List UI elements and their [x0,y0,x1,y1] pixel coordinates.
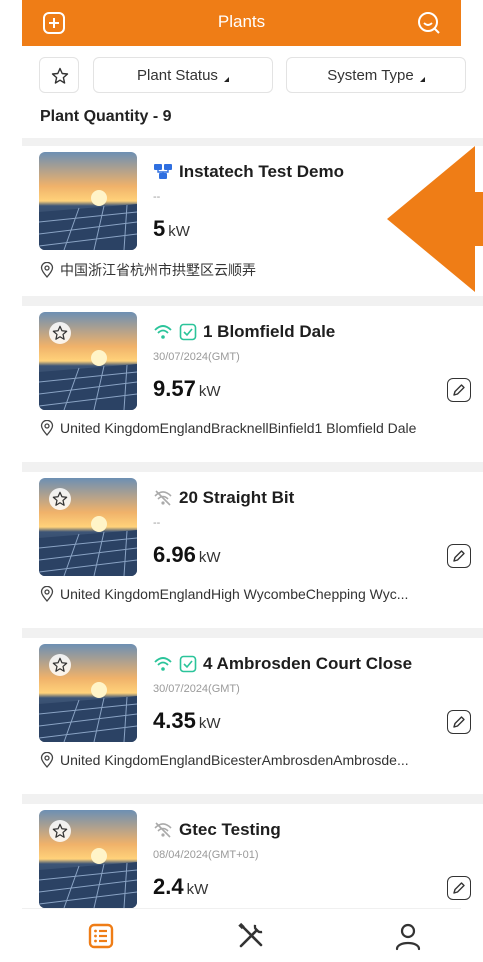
star-icon [51,67,69,84]
location-pin-icon [40,262,54,278]
plant-name: 1 Blomfield Dale [203,322,336,341]
list-icon [88,923,114,949]
power-value: 6.96 [153,542,196,567]
favorite-toggle[interactable] [49,322,71,344]
plant-status-label: Plant Status [137,67,218,84]
plant-title-row: 1 Blomfield Dale [153,320,335,344]
plant-address: United KingdomEnglandHigh WycombeCheppin… [40,586,476,602]
plant-date: -- [153,517,161,529]
plant-thumbnail [39,810,137,908]
plant-title-row: Instatech Test Demo [153,160,344,184]
star-icon [52,325,68,340]
address-text: 中国浙江省杭州市拱墅区云顺弄 [60,262,256,278]
top-bar: Plants [22,0,461,46]
tab-me[interactable] [391,919,425,953]
star-icon [52,657,68,672]
wifi-online-icon [154,325,172,339]
location-pin-icon [40,586,54,602]
plant-thumbnail [39,312,137,410]
location-pin-icon [40,752,54,768]
plant-card[interactable]: 20 Straight Bit -- 6.96 kW United Kingdom… [22,462,483,628]
plant-date: 08/04/2024(GMT+01) [153,849,259,861]
favorite-filter-button[interactable] [39,57,79,93]
dropdown-caret-icon [223,77,229,82]
search-icon [418,12,440,34]
plant-address: United KingdomEnglandBracknellBinfield1 … [40,420,476,436]
plant-date: 30/07/2024(GMT) [153,351,240,363]
plant-name: Instatech Test Demo [179,162,345,181]
user-icon [395,923,421,951]
plant-status-select[interactable]: Plant Status [93,57,273,93]
plant-power: 2.4 kW [153,874,208,900]
search-button[interactable] [415,9,443,37]
edit-pencil-icon [453,882,465,894]
favorite-toggle[interactable] [49,820,71,842]
filter-bar: Plant Status System Type [22,57,466,95]
plant-title-row: 20 Straight Bit [153,486,294,510]
plant-thumbnail [39,152,137,250]
plant-power: 4.35 kW [153,708,221,734]
app-screen: Plants Plant Status System Type Plant Qu… [0,0,483,962]
power-unit: kW [198,383,221,400]
favorite-toggle[interactable] [49,654,71,676]
plant-power: 5 kW [153,216,190,242]
system-type-select[interactable]: System Type [286,57,466,93]
gateway-icon [154,164,172,179]
location-pin-icon [40,420,54,436]
power-unit: kW [198,715,221,732]
system-type-label: System Type [327,67,414,84]
edit-pencil-icon [453,550,465,562]
plant-card[interactable]: 4 Ambrosden Court Close 30/07/2024(GMT) … [22,628,483,794]
bottom-tab-bar [22,908,461,962]
orange-arrow-marker [387,146,483,292]
star-icon [52,823,68,838]
address-text: United KingdomEnglandBracknellBinfield1 … [60,420,417,436]
wifi-offline-icon [154,490,172,506]
address-text: United KingdomEnglandBicesterAmbrosdenAm… [60,752,409,768]
wifi-offline-icon [154,822,172,838]
plant-name: Gtec Testing [179,820,281,839]
plant-card[interactable]: 1 Blomfield Dale 30/07/2024(GMT) 9.57 kW … [22,296,483,462]
power-value: 2.4 [153,874,184,899]
page-title: Plants [217,12,266,31]
plant-thumbnail [39,478,137,576]
address-text: United KingdomEnglandHigh WycombeCheppin… [60,586,409,602]
plant-date: 30/07/2024(GMT) [153,683,240,695]
plant-thumbnail [39,644,137,742]
plant-name: 20 Straight Bit [179,488,295,507]
edit-plant-button[interactable] [447,710,471,734]
power-value: 4.35 [153,708,196,733]
plant-title-row: 4 Ambrosden Court Close [153,652,412,676]
plant-title-row: Gtec Testing [153,818,281,842]
plant-power: 9.57 kW [153,376,221,402]
plant-list: Instatech Test Demo -- 5 kW 中国浙江省杭州市拱墅区云顺… [22,138,483,960]
edit-plant-button[interactable] [447,378,471,402]
power-value: 9.57 [153,376,196,401]
plant-address: United KingdomEnglandBicesterAmbrosdenAm… [40,752,476,768]
edit-plant-button[interactable] [447,544,471,568]
dropdown-caret-icon [419,77,425,82]
edit-pencil-icon [453,716,465,728]
edit-plant-button[interactable] [447,876,471,900]
plant-date: -- [153,191,161,203]
status-check-icon [179,323,197,341]
tools-icon [238,922,263,948]
power-unit: kW [186,881,209,898]
tab-tools[interactable] [234,919,268,953]
plant-quantity: Plant Quantity - 9 [40,108,172,125]
plant-power: 6.96 kW [153,542,221,568]
wifi-online-icon [154,657,172,671]
power-unit: kW [168,223,190,240]
power-value: 5 [153,216,166,241]
favorite-toggle[interactable] [49,488,71,510]
power-unit: kW [198,549,221,566]
plant-card[interactable]: Instatech Test Demo -- 5 kW 中国浙江省杭州市拱墅区云顺… [22,138,483,296]
status-check-icon [179,655,197,673]
plant-name: 4 Ambrosden Court Close [203,654,413,673]
tab-plants[interactable] [84,919,118,953]
edit-pencil-icon [453,384,465,396]
star-icon [52,491,68,506]
